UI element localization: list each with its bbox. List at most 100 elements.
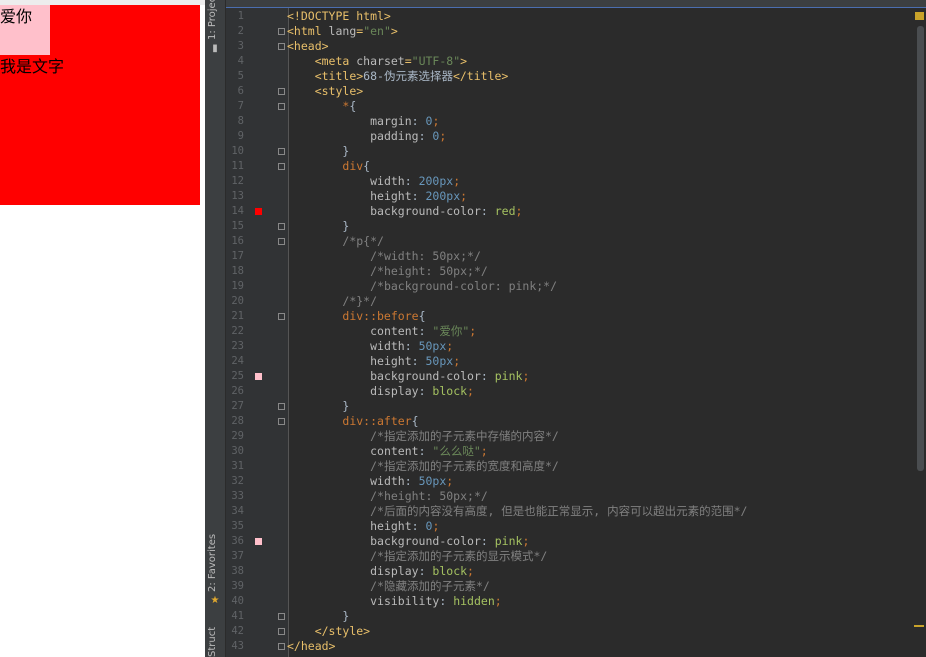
code-line[interactable]: 31 /*指定添加的子元素的宽度和高度*/ xyxy=(226,459,926,474)
code-text: } xyxy=(342,399,350,413)
code-text: <head> xyxy=(287,39,329,53)
editor-tab-bar[interactable] xyxy=(226,0,926,8)
line-number: 36 xyxy=(231,535,244,547)
code-line[interactable]: 22 content: "爱你"; xyxy=(226,324,926,339)
code-text: padding: 0; xyxy=(370,129,447,143)
code-line[interactable]: 32 width: 50px; xyxy=(226,474,926,489)
structure-tool-tab[interactable]: Structure xyxy=(207,627,223,657)
fold-toggle-icon[interactable] xyxy=(278,238,285,245)
code-line[interactable]: 6 <style> xyxy=(226,84,926,99)
fold-toggle-icon[interactable] xyxy=(278,88,285,95)
code-text: <style> xyxy=(314,84,364,98)
code-line[interactable]: 3 <head> xyxy=(226,39,926,54)
line-number: 28 xyxy=(231,415,244,427)
code-text: <meta charset="UTF-8"> xyxy=(314,54,468,68)
code-line[interactable]: 10 } xyxy=(226,144,926,159)
fold-toggle-icon[interactable] xyxy=(278,43,285,50)
code-text: height: 50px; xyxy=(370,354,461,368)
code-line[interactable]: 9 padding: 0; xyxy=(226,129,926,144)
code-line[interactable]: 40 visibility: hidden; xyxy=(226,594,926,609)
code-line[interactable]: 35 height: 0; xyxy=(226,519,926,534)
code-text: } xyxy=(342,609,350,623)
code-line[interactable]: 19 /*background-color: pink;*/ xyxy=(226,279,926,294)
line-number: 15 xyxy=(231,220,244,232)
line-number: 21 xyxy=(231,310,244,322)
code-line[interactable]: 29 /*指定添加的子元素中存储的内容*/ xyxy=(226,429,926,444)
code-line[interactable]: 39 /*隐藏添加的子元素*/ xyxy=(226,579,926,594)
fold-toggle-icon[interactable] xyxy=(278,163,285,170)
vertical-scrollbar[interactable] xyxy=(917,26,924,471)
code-line[interactable]: 38 display: block; xyxy=(226,564,926,579)
fold-toggle-icon[interactable] xyxy=(278,613,285,620)
code-line[interactable]: 43 </head> xyxy=(226,639,926,654)
fold-toggle-icon[interactable] xyxy=(278,403,285,410)
code-text: /*后面的内容没有高度, 但是也能正常显示, 内容可以超出元素的范围*/ xyxy=(370,504,748,518)
line-number: 14 xyxy=(231,205,244,217)
code-line[interactable]: 42 </style> xyxy=(226,624,926,639)
code-line[interactable]: 11 div{ xyxy=(226,159,926,174)
line-number: 18 xyxy=(231,265,244,277)
code-editor[interactable]: 1 <!DOCTYPE html> 2 <html lang="en"> 3 <head>… xyxy=(226,0,926,657)
code-line[interactable]: 5 <title>68-伪元素选择器</title> xyxy=(226,69,926,84)
color-swatch-icon[interactable] xyxy=(255,538,262,545)
fold-toggle-icon[interactable] xyxy=(278,223,285,230)
fold-toggle-icon[interactable] xyxy=(278,103,285,110)
code-line[interactable]: 18 /*height: 50px;*/ xyxy=(226,264,926,279)
code-line[interactable]: 37 /*指定添加的子元素的显示模式*/ xyxy=(226,549,926,564)
code-text: content: "爱你"; xyxy=(370,324,477,338)
fold-toggle-icon[interactable] xyxy=(278,643,285,650)
line-number: 26 xyxy=(231,385,244,397)
code-line[interactable]: 15 } xyxy=(226,219,926,234)
code-text: </style> xyxy=(314,624,371,638)
code-text: </head> xyxy=(287,639,336,653)
line-number: 41 xyxy=(231,610,244,622)
code-line[interactable]: 23 width: 50px; xyxy=(226,339,926,354)
code-line[interactable]: 13 height: 200px; xyxy=(226,189,926,204)
color-swatch-icon[interactable] xyxy=(255,373,262,380)
code-text: width: 200px; xyxy=(370,174,461,188)
code-line[interactable]: 27 } xyxy=(226,399,926,414)
code-line[interactable]: 41 } xyxy=(226,609,926,624)
favorites-tool-tab[interactable]: 2: Favorites xyxy=(207,528,223,592)
code-line[interactable]: 21 div::before{ xyxy=(226,309,926,324)
warning-stripe-marker[interactable] xyxy=(914,625,924,627)
code-line[interactable]: 26 display: block; xyxy=(226,384,926,399)
code-line[interactable]: 16 /*p{*/ xyxy=(226,234,926,249)
before-pseudo-box: 爱你 xyxy=(0,5,50,55)
fold-toggle-icon[interactable] xyxy=(278,28,285,35)
fold-toggle-icon[interactable] xyxy=(278,313,285,320)
code-line[interactable]: 4 <meta charset="UTF-8"> xyxy=(226,54,926,69)
fold-toggle-icon[interactable] xyxy=(278,628,285,635)
code-line[interactable]: 20 /*}*/ xyxy=(226,294,926,309)
project-folder-icon[interactable]: ▮ xyxy=(210,44,220,54)
code-line[interactable]: 7 *{ xyxy=(226,99,926,114)
project-tool-tab[interactable]: 1: Project xyxy=(207,0,223,40)
code-line[interactable]: 8 margin: 0; xyxy=(226,114,926,129)
code-lines[interactable]: 1 <!DOCTYPE html> 2 <html lang="en"> 3 <head>… xyxy=(226,9,926,654)
code-line[interactable]: 1 <!DOCTYPE html> xyxy=(226,9,926,24)
line-number: 20 xyxy=(231,295,244,307)
line-number: 4 xyxy=(237,55,244,67)
code-line[interactable]: 17 /*width: 50px;*/ xyxy=(226,249,926,264)
line-number: 8 xyxy=(237,115,244,127)
inspection-status-icon[interactable] xyxy=(915,12,924,20)
fold-toggle-icon[interactable] xyxy=(278,418,285,425)
code-line[interactable]: 34 /*后面的内容没有高度, 但是也能正常显示, 内容可以超出元素的范围*/ xyxy=(226,504,926,519)
code-line[interactable]: 12 width: 200px; xyxy=(226,174,926,189)
code-line[interactable]: 28 div::after{ xyxy=(226,414,926,429)
code-text: <html lang="en"> xyxy=(287,24,398,38)
code-line[interactable]: 25 background-color: pink; xyxy=(226,369,926,384)
line-number: 16 xyxy=(231,235,244,247)
code-line[interactable]: 2 <html lang="en"> xyxy=(226,24,926,39)
line-number: 37 xyxy=(231,550,244,562)
code-line[interactable]: 36 background-color: pink; xyxy=(226,534,926,549)
line-number: 25 xyxy=(231,370,244,382)
code-line[interactable]: 24 height: 50px; xyxy=(226,354,926,369)
fold-toggle-icon[interactable] xyxy=(278,148,285,155)
code-line[interactable]: 14 background-color: red; xyxy=(226,204,926,219)
code-line[interactable]: 33 /*height: 50px;*/ xyxy=(226,489,926,504)
code-text: height: 0; xyxy=(370,519,440,533)
favorites-star-icon[interactable]: ★ xyxy=(210,596,220,606)
code-line[interactable]: 30 content: "么么哒"; xyxy=(226,444,926,459)
color-swatch-icon[interactable] xyxy=(255,208,262,215)
